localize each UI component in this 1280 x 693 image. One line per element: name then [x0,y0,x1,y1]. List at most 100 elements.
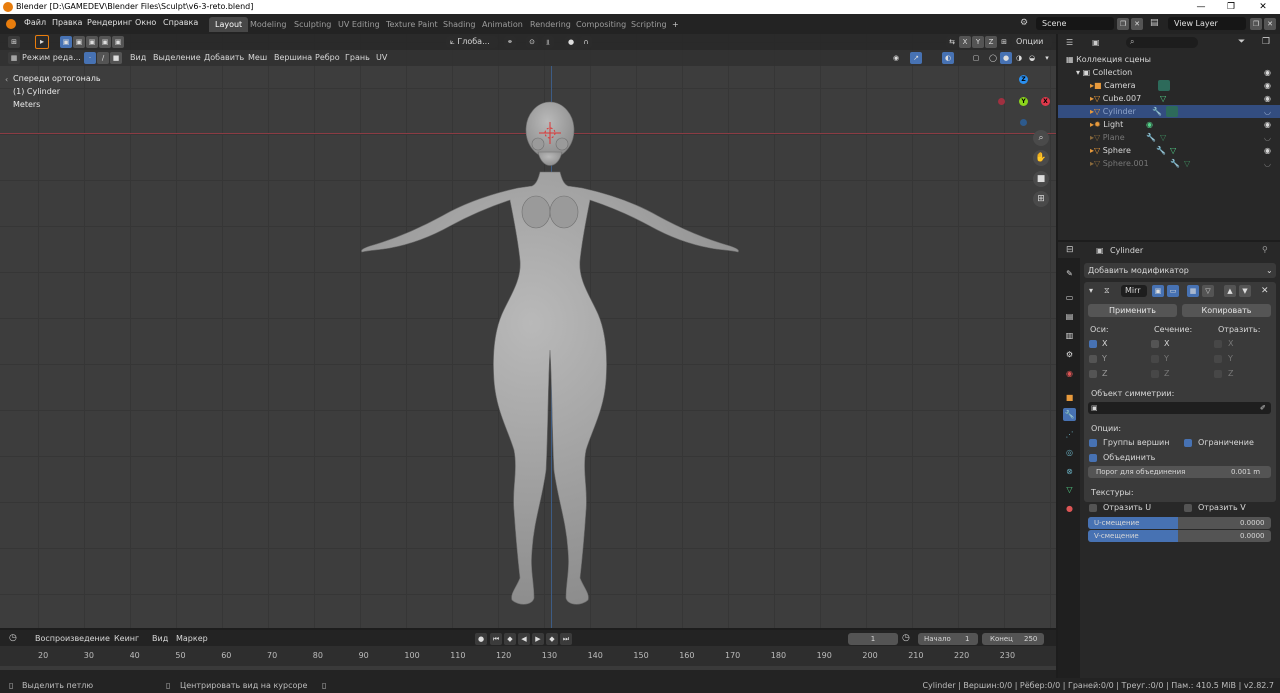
tab-modeling[interactable]: Modeling [244,17,292,32]
ortho-grid-icon[interactable]: ⊞ [1033,191,1049,207]
clock-icon[interactable]: ◷ [902,633,910,643]
playback-menu[interactable]: Воспроизведение [35,634,110,643]
prev-keyframe-icon[interactable]: ◆ [504,633,516,645]
options-dropdown[interactable]: Опции [1012,36,1052,48]
tab-texture-paint[interactable]: Texture Paint [380,17,444,32]
zoom-icon[interactable]: ⌕ [1033,130,1049,146]
next-keyframe-icon[interactable]: ◆ [546,633,558,645]
record-icon[interactable]: ● [475,633,487,645]
new-collection-icon[interactable]: ❐ [1262,37,1270,47]
modifier-name-input[interactable]: Mirr [1121,285,1147,297]
outliner-row-plane[interactable]: ▸▽ Plane 🔧 ▽ ◡ [1058,131,1280,144]
on-cage-icon[interactable]: ▽ [1202,285,1214,297]
flip-v-checkbox[interactable] [1184,504,1192,512]
visibility-icon[interactable]: ◉ [890,52,902,64]
marker-menu[interactable]: Маркер [176,634,208,643]
wireframe-shading-icon[interactable]: ◯ [987,52,999,64]
outliner-row-sphere-001[interactable]: ▸▽ Sphere.001 🔧 ▽ ◡ [1058,157,1280,170]
menu-edge[interactable]: Ребро [315,53,340,62]
auto-merge-icon[interactable]: ⊞ [998,36,1010,48]
constraints-tab-icon[interactable]: ⊗ [1063,465,1076,478]
outliner-row-light[interactable]: ▸✹ Light ◉ ◉ [1058,118,1280,131]
filter-icon[interactable]: ⏷ [1238,37,1245,47]
rendered-shading-icon[interactable]: ◒ [1026,52,1038,64]
menu-view[interactable]: Вид [130,53,146,62]
merge-threshold-field[interactable]: Порог для объединения 0.001 m [1088,466,1271,478]
menu-window[interactable]: Окно [135,18,156,27]
mirror-z-toggle[interactable]: Z [985,36,997,48]
select-invert-icon[interactable]: ▣ [99,36,111,48]
outliner-row-sphere[interactable]: ▸▽ Sphere 🔧 ▽ ◉ [1058,144,1280,157]
end-frame-field[interactable]: Конец 250 [982,633,1044,645]
jump-end-icon[interactable]: ⏭ [560,633,572,645]
plane-visibility-icon[interactable]: ◡ [1264,131,1271,144]
menu-help[interactable]: Справка [163,18,198,27]
select-extend-icon[interactable]: ▣ [73,36,85,48]
apply-button[interactable]: Применить [1088,304,1177,317]
menu-uv[interactable]: UV [376,53,387,62]
tab-shading[interactable]: Shading [437,17,482,32]
axis-x-checkbox[interactable] [1089,340,1097,348]
close-window-button[interactable]: ✕ [1248,0,1278,14]
current-frame-field[interactable]: 1 [848,633,898,645]
scene-tab-icon[interactable]: ⚙ [1063,348,1076,361]
cube-visibility-icon[interactable]: ◉ [1264,92,1271,105]
select-intersect-icon[interactable]: ▣ [112,36,124,48]
pan-hand-icon[interactable]: ✋ [1033,150,1049,166]
outliner-search-input[interactable] [1126,37,1198,48]
tab-layout[interactable]: Layout [209,17,249,32]
sphere001-visibility-icon[interactable]: ◡ [1264,157,1271,170]
gizmo-y-axis[interactable]: Y [1019,97,1028,106]
outliner-row-camera[interactable]: ▸■ Camera ◉ [1058,79,1280,92]
shading-options-icon[interactable]: ▾ [1041,52,1053,64]
object-tab-icon[interactable]: ■ [1063,391,1076,404]
tab-animation[interactable]: Animation [476,17,529,32]
add-modifier-dropdown[interactable]: Добавить модификатор ⌄ [1084,263,1276,278]
character-mesh[interactable] [350,100,750,615]
tab-compositing[interactable]: Compositing [570,17,632,32]
keying-menu[interactable]: Кеинг [114,634,139,643]
editmode-icon[interactable]: ▦ [1187,285,1199,297]
particles-tab-icon[interactable]: ⋰ [1063,428,1076,441]
physics-tab-icon[interactable]: ◎ [1063,446,1076,459]
gizmo-neg-z-icon[interactable] [1020,119,1027,126]
material-shading-icon[interactable]: ◑ [1013,52,1025,64]
modifier-tab-icon[interactable]: 🔧 [1063,408,1076,421]
render-tab-icon[interactable]: ▭ [1063,291,1076,304]
add-workspace-button[interactable]: + [666,17,685,32]
view-layer-selector[interactable]: View Layer [1168,17,1246,30]
gizmo-z-axis[interactable]: Z [1019,75,1028,84]
eyedropper-icon[interactable]: ✐ [1260,402,1266,414]
camera-view-icon[interactable]: ■ [1033,171,1049,187]
copy-button[interactable]: Копировать [1182,304,1271,317]
start-frame-field[interactable]: Начало 1 [918,633,978,645]
timeline-scrollbar[interactable] [0,666,1056,670]
mirror-x-toggle[interactable]: X [959,36,971,48]
light-visibility-icon[interactable]: ◉ [1264,118,1271,131]
menu-vertex[interactable]: Вершина [274,53,312,62]
edge-select-icon[interactable]: / [97,52,109,64]
mirror-object-field[interactable]: ▣ ✐ [1088,402,1271,414]
outliner-row-cube-007[interactable]: ▸▽ Cube.007 ▽ ◉ [1058,92,1280,105]
menu-edit[interactable]: Правка [52,18,82,27]
move-down-icon[interactable]: ▼ [1239,285,1251,297]
solid-shading-icon[interactable]: ● [1000,52,1012,64]
collection-visibility-icon[interactable]: ◉ [1264,66,1271,79]
editor-type-icon[interactable]: ⊞ [8,36,20,48]
snap-element-icon[interactable]: ⫫ [542,36,554,48]
pin-icon[interactable]: ⚲ [1262,245,1268,254]
axis-y-checkbox[interactable] [1089,355,1097,363]
snap-icon[interactable]: ⊙ [526,36,538,48]
vertex-select-icon[interactable]: · [84,52,96,64]
proportional-edit-icon[interactable]: ● [565,36,577,48]
bisect-y-checkbox[interactable] [1151,355,1159,363]
select-subtract-icon[interactable]: ▣ [86,36,98,48]
merge-checkbox[interactable] [1089,454,1097,462]
flip-u-checkbox[interactable] [1089,504,1097,512]
collapse-panel-icon[interactable]: ▾ [1089,286,1093,295]
remove-modifier-icon[interactable]: ✕ [1261,286,1269,296]
menu-add[interactable]: Добавить [204,53,244,62]
xray-toggle-icon[interactable]: ▢ [970,52,982,64]
clipping-checkbox[interactable] [1184,439,1192,447]
realtime-icon[interactable]: ▭ [1167,285,1179,297]
